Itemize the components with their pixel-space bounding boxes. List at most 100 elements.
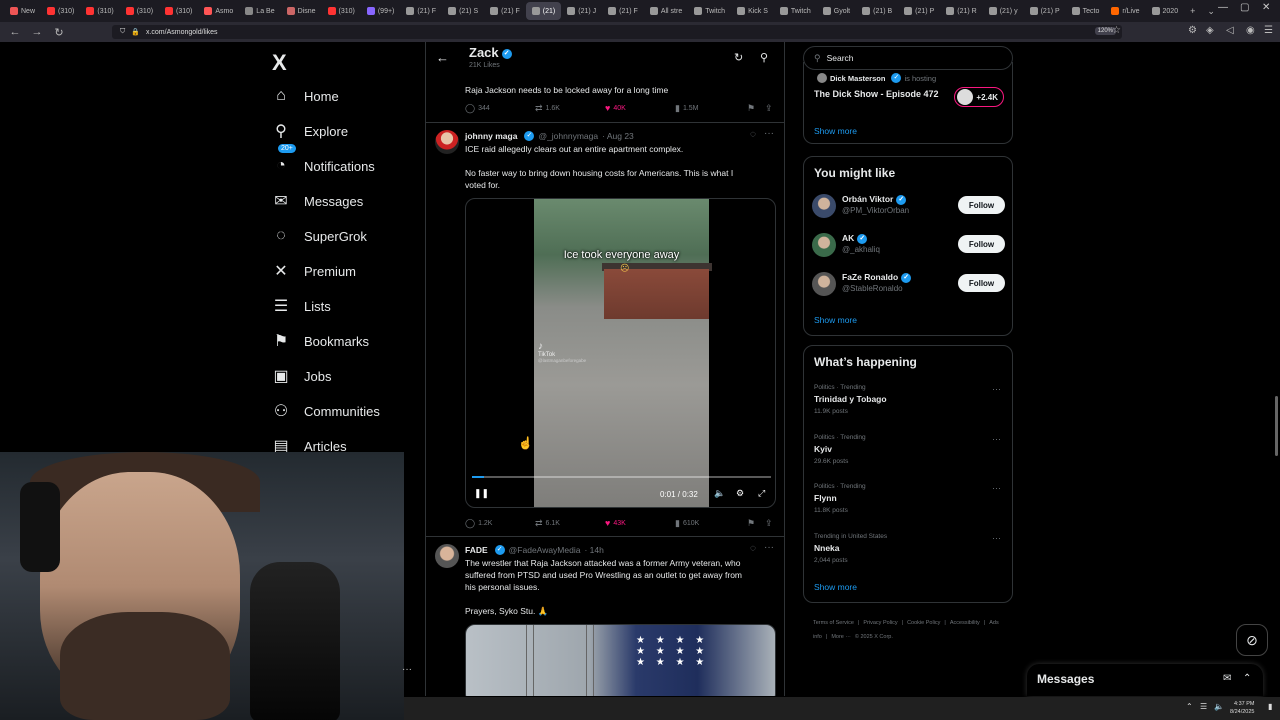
avatar[interactable] [812, 233, 836, 257]
nav-item-bookmarks[interactable]: ⚑ Bookmarks [272, 329, 369, 353]
menu-icon[interactable]: ☰ [1264, 25, 1273, 36]
x-logo-icon[interactable]: X [272, 50, 287, 76]
browser-tab[interactable]: (21) P [1024, 2, 1066, 20]
tray-chevron-icon[interactable]: ⌃ [1186, 702, 1193, 711]
reply-button[interactable]: ◯ 1.2K [465, 518, 492, 529]
extension-icon[interactable]: ⚙ [1188, 25, 1197, 36]
suggested-user[interactable]: AK ✓ @_akhaliq Follow [812, 230, 1006, 260]
browser-tab[interactable]: La Be [239, 2, 280, 20]
trend-item[interactable]: Politics · Trending Trinidad y Tobago 11.9… [814, 384, 1006, 424]
nav-item-explore[interactable]: ⚲ Explore [272, 119, 348, 143]
repost-button[interactable]: ⇄ 6.1K [535, 518, 560, 529]
nav-item-premium[interactable]: ✕ Premium [272, 259, 356, 283]
browser-tab[interactable]: (21) P [898, 2, 940, 20]
views-button[interactable]: ▮ 610K [675, 518, 699, 529]
maximize-icon[interactable]: ▢ [1240, 2, 1249, 13]
more-icon[interactable]: ··· [992, 483, 1001, 493]
browser-tab[interactable]: (310) [41, 2, 80, 20]
browser-tab[interactable]: (21) B [856, 2, 898, 20]
nav-item-messages[interactable]: ✉ Messages [272, 189, 363, 213]
nav-item-supergrok[interactable]: ◌ SuperGrok [272, 224, 367, 248]
forward-nav-icon[interactable]: → [30, 26, 44, 38]
nav-item-communities[interactable]: ⚇ Communities [272, 399, 380, 423]
grok-icon[interactable]: ◌ [750, 129, 756, 140]
author-handle[interactable]: @_johnnymaga [538, 131, 598, 141]
refresh-icon[interactable]: ↻ [734, 51, 743, 64]
scrollbar[interactable] [1275, 396, 1278, 456]
share-button[interactable]: ⇪ [765, 103, 773, 114]
browser-tab[interactable]: (21) R [940, 2, 982, 20]
more-icon[interactable]: ··· [764, 542, 774, 553]
browser-tab[interactable]: (21) F [602, 2, 644, 20]
browser-tab[interactable]: Kick S [731, 2, 774, 20]
footer-link[interactable]: Cookie Policy [907, 620, 940, 626]
follow-button[interactable]: Follow [958, 196, 1005, 214]
space-title[interactable]: The Dick Show - Episode 472 [814, 89, 939, 99]
like-button[interactable]: ♥ 40K [605, 103, 626, 113]
fullscreen-icon[interactable]: ⤢ [758, 488, 765, 499]
author-name[interactable]: johnny maga [465, 131, 517, 141]
new-message-icon[interactable]: ✉ [1223, 673, 1231, 684]
show-more-link[interactable]: Show more [814, 126, 857, 136]
show-more-link[interactable]: Show more [814, 582, 857, 592]
grok-button[interactable]: ⊘ [1236, 624, 1268, 656]
browser-tab[interactable]: r/Live [1105, 2, 1145, 20]
browser-tab[interactable]: All stre [644, 2, 688, 20]
browser-tab[interactable]: 2020 [1146, 2, 1185, 20]
bookmark-button[interactable]: ⚑ [747, 103, 755, 114]
network-icon[interactable]: ☰ [1200, 702, 1207, 711]
browser-tab[interactable]: Twitch [774, 2, 817, 20]
bookmark-star-icon[interactable]: ☆ [1112, 25, 1121, 36]
grok-icon[interactable]: ◌ [750, 543, 756, 554]
volume-icon[interactable]: 🔈 [714, 488, 725, 499]
trend-item[interactable]: Politics · Trending Kyiv 29.6K posts ··· [814, 434, 1006, 474]
video-player[interactable]: Ice took everyone away ☹ ♪ TikTok @lastm… [465, 198, 776, 508]
footer-link[interactable]: © 2025 X Corp. [855, 634, 893, 640]
footer-link[interactable]: Privacy Policy [863, 620, 897, 626]
trend-item[interactable]: Trending in United States Nneka 2,044 post… [814, 533, 1006, 573]
nav-item-jobs[interactable]: ▣ Jobs [272, 364, 331, 388]
new-tab-icon[interactable]: + [1184, 6, 1201, 16]
like-button[interactable]: ♥ 43K [605, 518, 626, 528]
nav-item-notifications[interactable]: ◔ Notifications 20+ [272, 144, 375, 178]
browser-tab[interactable]: New [4, 2, 41, 20]
reply-button[interactable]: ◯ 344 [465, 103, 490, 114]
more-icon[interactable]: ··· [764, 128, 774, 139]
reload-icon[interactable]: ↻ [52, 26, 66, 39]
video-progress-bar[interactable] [472, 476, 771, 478]
views-button[interactable]: ▮ 1.5M [675, 103, 699, 114]
minimize-icon[interactable]: — [1218, 2, 1228, 13]
url-bar[interactable]: ⛉ 🔒 x.com/Asmongold/likes 120% [112, 25, 1122, 39]
suggested-user-name[interactable]: Orbán Viktor ✓ [842, 194, 907, 205]
browser-tab[interactable]: Tecto [1066, 2, 1106, 20]
browser-tab[interactable]: Asmo [198, 2, 239, 20]
show-more-link[interactable]: Show more [814, 315, 857, 325]
suggested-user[interactable]: FaZe Ronaldo ✓ @StableRonaldo Follow [812, 269, 1006, 299]
browser-tab[interactable]: (21) F [484, 2, 526, 20]
avatar[interactable] [812, 272, 836, 296]
avatar[interactable] [812, 194, 836, 218]
follow-button[interactable]: Follow [958, 274, 1005, 292]
close-window-icon[interactable]: ✕ [1262, 2, 1270, 13]
browser-tab[interactable]: (99+) [361, 2, 401, 20]
tweet-time[interactable]: · Aug 23 [602, 131, 634, 141]
browser-tab[interactable]: (310) [120, 2, 159, 20]
more-icon[interactable]: ··· [402, 664, 412, 675]
space-host[interactable]: Dick Masterson ✓ is hosting [814, 73, 936, 83]
notification-icon[interactable]: ▮ [1268, 702, 1272, 711]
browser-tab[interactable]: (21) J [561, 2, 602, 20]
expand-icon[interactable]: ⌃ [1243, 673, 1251, 684]
share-button[interactable]: ⇪ [765, 518, 773, 529]
repost-button[interactable]: ⇄ 1.6K [535, 103, 560, 114]
browser-tab[interactable]: Disne [281, 2, 322, 20]
suggested-user[interactable]: Orbán Viktor ✓ @PM_ViktorOrban Follow [812, 191, 1006, 221]
follow-button[interactable]: Follow [958, 235, 1005, 253]
footer-link[interactable]: Terms of Service [813, 620, 854, 626]
back-nav-icon[interactable]: ← [8, 26, 22, 38]
more-icon[interactable]: ··· [992, 384, 1001, 394]
extension-icon[interactable]: ◈ [1206, 25, 1214, 36]
browser-tab[interactable]: (310) [159, 2, 198, 20]
space-listeners-pill[interactable]: +2.4K [954, 87, 1004, 107]
author-handle[interactable]: @FadeAwayMedia [509, 545, 581, 555]
bookmark-button[interactable]: ⚑ [747, 518, 755, 529]
